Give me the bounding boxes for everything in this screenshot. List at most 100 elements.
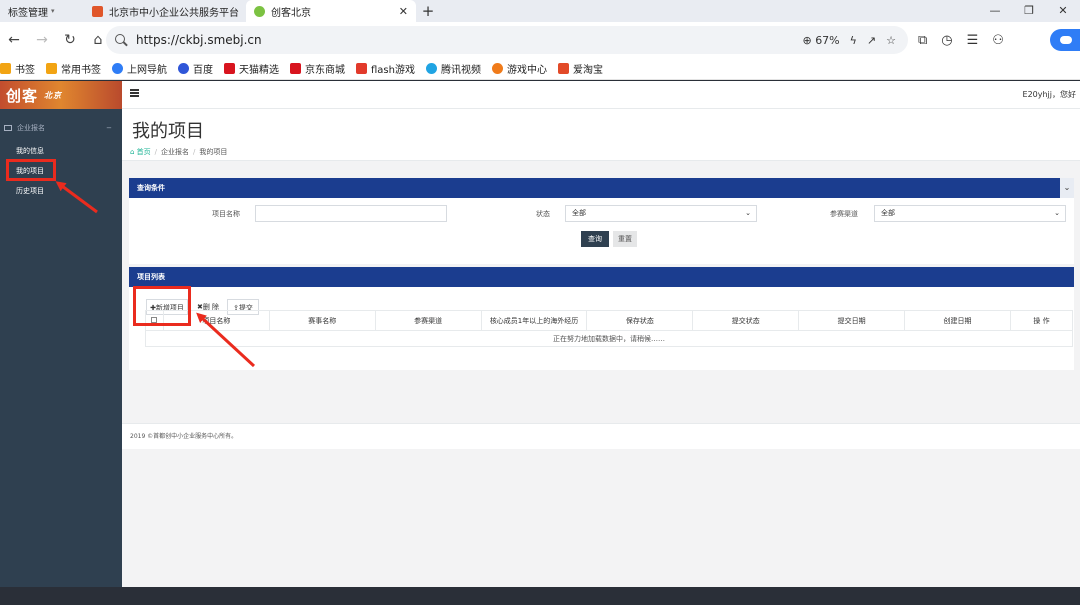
cloud-icon[interactable] xyxy=(1050,29,1080,51)
column-header[interactable]: 提交状态 xyxy=(692,310,800,331)
baidu-icon xyxy=(178,63,189,74)
sidebar-item-my-info[interactable]: 我的信息 xyxy=(0,141,122,161)
project-list-panel: 项目列表 ✚新增项目 ✖删 除 ⇪提交 项目名称 赛事名称 参赛渠道 核心成员1… xyxy=(129,267,1074,370)
sidebar-group-enterprise[interactable]: 企业报名 − xyxy=(0,121,122,135)
bookmark-manager-tab[interactable]: 标签管理 ▾ xyxy=(0,0,84,22)
bookmark-item[interactable]: 上网导航 xyxy=(112,61,167,76)
zoom-indicator[interactable]: ⊕ 67% xyxy=(802,34,839,47)
url-text: https://ckbj.smebj.cn xyxy=(136,33,262,47)
flash-icon xyxy=(356,63,367,74)
browser-tab-active[interactable]: 创客北京 ✕ xyxy=(246,0,416,22)
bookmark-folder-icon xyxy=(46,63,57,74)
chevron-down-icon: ⌄ xyxy=(745,209,751,217)
account-icon[interactable]: ⚇ xyxy=(992,33,1004,48)
forward-icon[interactable]: → xyxy=(28,32,56,48)
logo-subtext: 北京 xyxy=(44,90,63,100)
table-header-row: 项目名称 赛事名称 参赛渠道 核心成员1年以上的海外经历 保存状态 提交状态 提… xyxy=(145,310,1074,331)
chevron-down-icon[interactable]: ⌄ xyxy=(1060,178,1074,198)
new-tab-icon[interactable]: + xyxy=(416,2,440,20)
loading-message: 正在努力地加载数据中，请稍候…… xyxy=(145,330,1073,347)
project-name-input[interactable] xyxy=(255,205,447,222)
column-header[interactable]: 提交日期 xyxy=(798,310,906,331)
star-icon[interactable]: ☆ xyxy=(886,34,896,47)
taskbar-strip xyxy=(0,587,1080,605)
minimize-icon[interactable]: — xyxy=(978,0,1012,22)
search-button[interactable]: 查询 xyxy=(581,231,609,247)
bookmark-item[interactable]: 京东商城 xyxy=(290,61,345,76)
column-header[interactable]: 赛事名称 xyxy=(268,310,376,331)
zoom-level: 67% xyxy=(815,33,840,47)
annotation-highlight-box xyxy=(133,286,191,326)
extensions-icon[interactable]: ⧉ xyxy=(918,33,927,48)
navigation-icon xyxy=(112,63,123,74)
bookmark-label: 上网导航 xyxy=(127,65,167,76)
breadcrumb-home[interactable]: ⌂ 首页 xyxy=(130,148,151,156)
reset-button[interactable]: 重置 xyxy=(613,231,637,247)
share-icon[interactable]: ↗ xyxy=(867,34,876,47)
column-header: 操 作 xyxy=(1009,310,1074,331)
monitor-icon xyxy=(4,125,12,131)
bookmark-item[interactable]: 书签 xyxy=(0,61,35,76)
close-window-icon[interactable]: ✕ xyxy=(1046,0,1080,22)
restore-icon[interactable]: ❐ xyxy=(1012,0,1046,22)
close-tab-icon[interactable]: ✕ xyxy=(399,5,408,18)
bookmark-label: 常用书签 xyxy=(61,65,101,76)
gamepad-icon xyxy=(491,63,503,74)
url-field[interactable]: https://ckbj.smebj.cn ⊕ 67% ϟ ↗ ☆ xyxy=(106,26,908,54)
bookmark-manager-label: 标签管理 xyxy=(8,7,48,19)
bookmarks-bar: 书签 常用书签 上网导航 百度 天猫精选 京东商城 flash游戏 腾讯视频 游… xyxy=(0,58,1080,80)
column-header[interactable]: 核心成员1年以上的海外经历 xyxy=(480,310,588,331)
tab-title: 创客北京 xyxy=(271,7,311,19)
bookmark-label: flash游戏 xyxy=(371,65,415,76)
site-logo[interactable]: 创客 北京 xyxy=(0,81,122,109)
hamburger-icon[interactable] xyxy=(130,89,139,97)
column-header[interactable]: 参赛渠道 xyxy=(374,310,482,331)
status-select[interactable]: 全部 ⌄ xyxy=(565,205,757,222)
page-title: 我的项目 xyxy=(132,121,204,142)
bookmark-item[interactable]: 腾讯视频 xyxy=(425,61,481,76)
bookmark-item[interactable]: 游戏中心 xyxy=(491,61,547,76)
bookmark-label: 书签 xyxy=(15,65,35,76)
menu-icon[interactable]: ☰ xyxy=(967,33,979,48)
bookmark-label: 天猫精选 xyxy=(239,65,279,76)
page-footer: 2019 ©首都创中小企业服务中心所有。 xyxy=(122,423,1080,449)
bookmark-label: 京东商城 xyxy=(305,65,345,76)
sidebar-item-history-projects[interactable]: 历史项目 xyxy=(0,181,122,201)
bookmark-label: 爱淘宝 xyxy=(572,65,603,76)
page-header: 我的项目 ⌂ 首页 / 企业报名 / 我的项目 xyxy=(122,109,1080,161)
table-row: 正在努力地加载数据中，请稍候…… xyxy=(145,330,1073,347)
query-panel-header: 查询条件 ⌄ xyxy=(129,178,1074,198)
browser-address-bar: ← → ↻ ⌂ https://ckbj.smebj.cn ⊕ 67% ϟ ↗ … xyxy=(0,22,1080,58)
history-icon[interactable]: ◷ xyxy=(941,33,952,48)
bookmark-item[interactable]: 百度 xyxy=(178,61,213,76)
browser-tab[interactable]: 北京市中小企业公共服务平台 xyxy=(84,0,246,22)
breadcrumb-item[interactable]: 企业报名 xyxy=(161,148,189,156)
annotation-highlight-box xyxy=(6,159,56,181)
breadcrumb-home-label: 首页 xyxy=(136,148,151,156)
bookmark-item[interactable]: flash游戏 xyxy=(356,61,415,76)
bookmark-label: 百度 xyxy=(193,65,213,76)
chevron-down-icon: ⌄ xyxy=(1054,209,1060,217)
column-header[interactable]: 保存状态 xyxy=(586,310,694,331)
channel-select[interactable]: 全部 ⌄ xyxy=(874,205,1066,222)
reload-icon[interactable]: ↻ xyxy=(56,32,84,48)
project-name-label: 项目名称 xyxy=(212,210,240,218)
chevron-down-icon: ▾ xyxy=(51,7,55,15)
jd-icon xyxy=(290,63,301,74)
bookmark-item[interactable]: 常用书签 xyxy=(46,61,101,76)
screenshot-frame: 标签管理 ▾ 北京市中小企业公共服务平台 创客北京 ✕ + — ❐ ✕ ← → … xyxy=(0,0,1080,605)
breadcrumb-current: 我的项目 xyxy=(199,148,228,156)
logo-text: 创客 xyxy=(6,86,39,105)
status-select-value: 全部 xyxy=(572,209,586,217)
browser-tab-bar: 标签管理 ▾ 北京市中小企业公共服务平台 创客北京 ✕ + — ❐ ✕ xyxy=(0,0,1080,22)
bookmark-item[interactable]: 爱淘宝 xyxy=(557,61,603,76)
project-table: 项目名称 赛事名称 参赛渠道 核心成员1年以上的海外经历 保存状态 提交状态 提… xyxy=(145,310,1074,347)
search-icon xyxy=(114,33,128,47)
back-icon[interactable]: ← xyxy=(0,32,28,48)
query-form-row: 项目名称 状态 全部 ⌄ 参赛渠道 全部 ⌄ xyxy=(129,198,1074,228)
column-header[interactable]: 创建日期 xyxy=(904,310,1011,331)
bookmark-item[interactable]: 天猫精选 xyxy=(224,61,279,76)
lightning-icon[interactable]: ϟ xyxy=(850,34,857,47)
tab-title: 北京市中小企业公共服务平台 xyxy=(109,7,239,19)
channel-label: 参赛渠道 xyxy=(830,210,858,218)
